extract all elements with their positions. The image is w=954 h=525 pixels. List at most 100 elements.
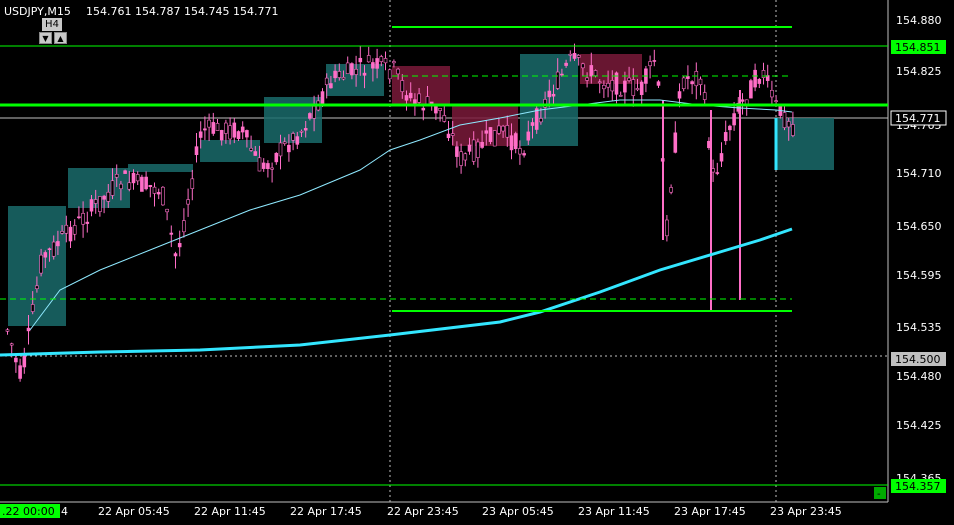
candle-body [324,77,329,86]
time-tick: 22 Apr 11:45 [194,505,266,518]
candle-body [26,327,31,332]
price-chart[interactable]: 154.880 154.825 154.765 154.710 154.650 … [0,0,954,525]
candle-body [589,65,594,77]
candle-body [484,130,489,134]
candle-body [782,112,787,128]
candle-body [476,141,480,158]
candle-body [467,144,472,152]
candle-body [337,71,342,78]
candle-body [5,329,10,332]
candle-body [177,243,182,248]
timeframe-down-button[interactable]: ▼ [39,32,52,44]
candle-body [610,80,615,92]
candle-body [366,55,371,63]
candle-body [282,141,287,144]
candle-body [585,77,589,81]
candle-body [14,357,18,363]
candle-body [555,71,560,89]
candle-body [291,133,295,141]
candle-body [698,78,703,85]
candle-body [593,70,598,76]
moving-average-slow [0,227,793,357]
candle-body [425,96,430,105]
candle-body [39,254,43,274]
candle-body [198,131,203,138]
chart-canvas[interactable]: 154.880 154.825 154.765 154.710 154.650 … [0,0,954,525]
timeframe-up-button[interactable]: ▲ [54,32,67,44]
candle-body [438,107,442,111]
candle-body [480,141,484,148]
candle-body [618,94,623,97]
candle-body [123,170,127,174]
candle-body [627,77,631,81]
candle-body [329,83,333,89]
candle-body [564,62,568,66]
chart-ohlc: 154.761 154.787 154.745 154.771 [86,5,278,18]
candle-body [266,163,270,170]
price-tick: 154.595 [896,269,942,282]
candle-body [791,124,795,136]
candle-body [219,130,224,141]
candle-body [694,71,699,87]
candle-body [576,55,581,58]
candle-body [362,72,367,76]
candle-body [68,226,73,242]
candle-body [135,174,140,182]
candle-body [312,106,316,119]
candle-body [442,115,447,122]
price-tick: 154.825 [896,65,942,78]
candle-body [656,81,661,86]
time-first-suffix: 4 [61,505,68,518]
candle-body [526,131,531,141]
hline-label-154500: 154.500 [895,353,941,366]
candle-body [211,122,216,134]
chart-symbol: USDJPY,M15 [4,5,71,18]
candle-body [530,122,535,126]
candle-body [152,186,157,194]
price-tick: 154.650 [896,220,942,233]
candle-body [639,81,644,95]
candle-body [156,192,161,195]
candle-body [417,93,421,103]
candle-body [81,213,85,225]
candle-body [173,253,178,257]
candle-body [308,113,312,119]
candle-body [652,60,657,62]
candle-body [497,125,501,134]
time-first-label: .22 00:00 [2,505,55,518]
candle-body [597,81,602,84]
demand-zone [8,206,66,326]
demand-zone [128,164,193,172]
corner-button-label: - [877,489,881,500]
candle-body [509,135,514,151]
candle-body [522,153,526,156]
candle-body [786,121,791,128]
candle-body [341,77,346,80]
candle-body [232,122,237,138]
price-scale: 154.880 154.825 154.765 154.710 154.650 … [896,14,942,485]
candle-body [35,285,39,290]
timeframe-label: H4 [42,18,62,31]
candle-body [513,133,518,149]
candle-body [719,153,724,162]
candle-body [148,185,153,188]
candle-body [190,178,195,189]
time-tick: 22 Apr 23:45 [387,505,459,518]
candle-body [631,79,636,96]
candle-body [303,128,308,131]
candle-body [345,62,350,74]
candle-body [228,125,232,140]
candle-body [396,68,400,75]
candle-body [471,139,476,162]
candle-body [72,225,77,235]
price-tick: 154.425 [896,419,942,432]
candle-body [761,70,766,78]
candle-body [215,123,220,131]
time-tick: 23 Apr 23:45 [770,505,842,518]
candle-body [539,118,543,123]
candle-body [450,133,455,136]
candle-body [711,168,715,173]
candle-body [723,132,728,142]
price-tick: 154.480 [896,370,942,383]
candle-body [488,127,493,142]
